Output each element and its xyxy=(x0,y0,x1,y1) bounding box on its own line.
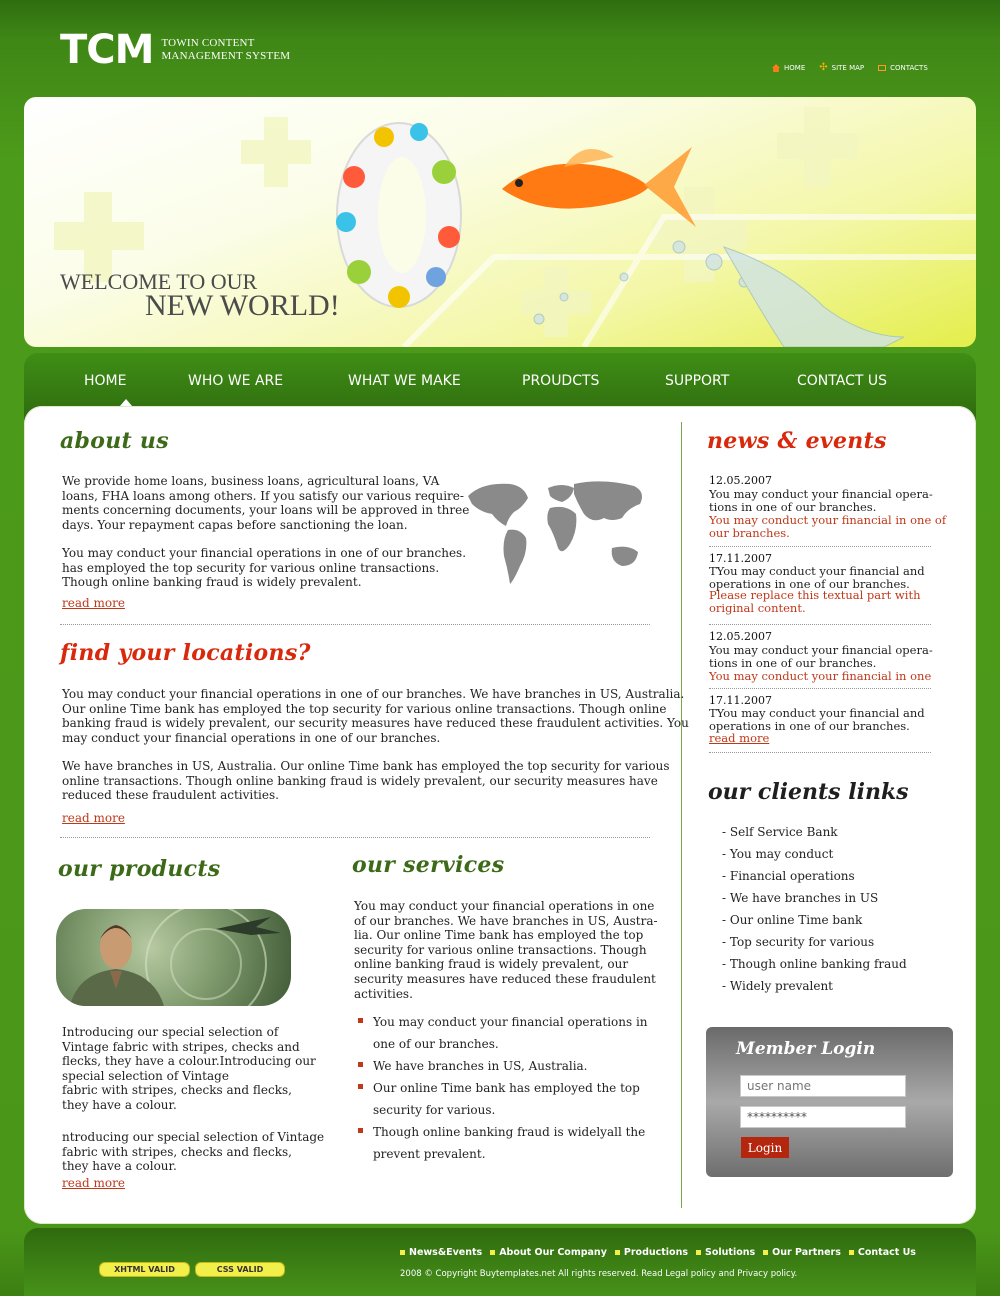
password-input[interactable] xyxy=(740,1106,906,1128)
nav-home[interactable]: HOME xyxy=(84,373,126,389)
toplink-contacts[interactable]: CONTACTS xyxy=(878,64,928,72)
news-date: 12.05.2007 xyxy=(709,474,772,487)
toplink-sitemap[interactable]: ✣ SITE MAP xyxy=(819,62,865,73)
services-list: You may conduct your financial operation… xyxy=(358,1011,648,1165)
member-login-box: Member Login Login xyxy=(706,1027,953,1177)
toplink-contacts-label: CONTACTS xyxy=(890,64,928,72)
nav-active-indicator xyxy=(120,399,132,406)
toplink-home[interactable]: HOME xyxy=(772,64,805,72)
list-item: You may conduct your financial operation… xyxy=(358,1011,648,1033)
bullet-square-icon xyxy=(763,1250,769,1255)
nav-what-we-make[interactable]: WHAT WE MAKE xyxy=(348,373,461,389)
footer-links: News&Events About Our Company Production… xyxy=(400,1247,916,1258)
footer-link-about[interactable]: About Our Company xyxy=(490,1247,607,1258)
products-paragraph-1: Introducing our special selection of Vint… xyxy=(62,1025,316,1112)
bullet-square-icon xyxy=(490,1250,496,1255)
locations-title: find your locations? xyxy=(60,640,311,666)
news-divider xyxy=(709,688,931,689)
hero-banner: WELCOME TO OUR NEW WORLD! xyxy=(24,97,976,347)
locations-paragraph-2: We have branches in US, Australia. Our o… xyxy=(62,759,670,803)
news-divider xyxy=(709,546,931,547)
products-read-more-link[interactable]: read more xyxy=(62,1176,125,1190)
bullet-square-icon xyxy=(696,1250,702,1255)
news-title: news & events xyxy=(707,428,887,454)
news-highlight[interactable]: Please replace this textual part with ori… xyxy=(709,589,949,615)
bullet-square-icon xyxy=(400,1250,405,1255)
about-paragraph-2: You may conduct your financial operation… xyxy=(62,546,467,590)
client-link[interactable]: - We have branches in US xyxy=(722,887,907,909)
news-highlight[interactable]: You may conduct your financial in one xyxy=(709,670,949,683)
clients-title: our clients links xyxy=(708,779,909,805)
logo-subtitle-line1: TOWIN CONTENT xyxy=(161,37,255,49)
mail-icon xyxy=(878,65,887,71)
news-date: 12.05.2007 xyxy=(709,630,772,643)
products-paragraph-2: ntroducing our special selection of Vint… xyxy=(62,1130,325,1174)
client-link[interactable]: - Our online Time bank xyxy=(722,909,907,931)
client-link[interactable]: - Financial operations xyxy=(722,865,907,887)
news-text: You may conduct your financial opera-tio… xyxy=(709,643,933,670)
client-link[interactable]: - Though online banking fraud xyxy=(722,953,907,975)
column-divider xyxy=(681,422,682,1208)
about-title: about us xyxy=(60,428,169,454)
footer-link-partners[interactable]: Our Partners xyxy=(763,1247,841,1258)
news-divider xyxy=(709,752,931,753)
locations-read-more-link[interactable]: read more xyxy=(62,811,125,825)
client-link[interactable]: - Top security for various xyxy=(722,931,907,953)
list-item-continued: security for various. xyxy=(373,1103,496,1117)
client-link[interactable]: - Self Service Bank xyxy=(722,821,907,843)
list-item: Though online banking fraud is widelyall… xyxy=(358,1121,648,1143)
nav-support[interactable]: SUPPORT xyxy=(665,373,729,389)
toplink-home-label: HOME xyxy=(784,64,806,72)
about-paragraph-1: We provide home loans, business loans, a… xyxy=(62,474,470,532)
client-link[interactable]: - You may conduct xyxy=(722,843,907,865)
divider-dotted xyxy=(60,624,650,625)
toplink-sitemap-label: SITE MAP xyxy=(831,64,865,72)
logo-mark: TCM xyxy=(60,27,154,73)
services-title: our services xyxy=(352,852,505,878)
locations-paragraph-1: You may conduct your financial operation… xyxy=(62,687,689,745)
divider-dotted xyxy=(60,837,650,838)
login-title: Member Login xyxy=(736,1039,876,1059)
news-divider xyxy=(709,624,931,625)
products-title: our products xyxy=(58,856,221,882)
nav-contact-us[interactable]: CONTACT US xyxy=(797,373,887,389)
top-links: HOME ✣ SITE MAP CONTACTS xyxy=(772,62,928,73)
footer-link-news[interactable]: News&Events xyxy=(400,1247,482,1258)
site-logo[interactable]: TCM TOWIN CONTENT MANAGEMENT SYSTEM xyxy=(60,30,290,70)
copyright-text: 2008 © Copyright Buytemplates.net All ri… xyxy=(400,1269,798,1279)
about-read-more-link[interactable]: read more xyxy=(62,596,125,610)
xhtml-valid-badge[interactable]: XHTML VALID xyxy=(99,1262,190,1277)
services-paragraph: You may conduct your financial operation… xyxy=(354,899,658,1001)
news-text: TYou may conduct your financial and opera… xyxy=(709,706,925,733)
home-icon xyxy=(772,64,780,72)
bullet-square-icon xyxy=(848,1250,854,1255)
login-button[interactable]: Login xyxy=(741,1137,789,1158)
news-read-more-link[interactable]: read more xyxy=(709,731,769,745)
username-input[interactable] xyxy=(740,1075,906,1097)
nav-products[interactable]: PROUDCTS xyxy=(522,373,599,389)
css-valid-badge[interactable]: CSS VALID xyxy=(195,1262,285,1277)
swim-ring-image xyxy=(336,122,462,308)
footer-link-productions[interactable]: Productions xyxy=(614,1247,688,1258)
news-highlight[interactable]: You may conduct your financial in one of… xyxy=(709,514,949,540)
list-item-continued: prevent prevalent. xyxy=(373,1147,486,1161)
logo-subtitle: TOWIN CONTENT MANAGEMENT SYSTEM xyxy=(161,37,290,63)
news-text: You may conduct your financial opera-tio… xyxy=(709,487,933,514)
world-map-image xyxy=(468,481,642,584)
clients-links-list: - Self Service Bank - You may conduct - … xyxy=(722,821,907,997)
list-item-continued: one of our branches. xyxy=(373,1037,499,1051)
list-item: We have branches in US, Australia. xyxy=(358,1055,648,1077)
sitemap-icon: ✣ xyxy=(819,62,828,73)
list-item: Our online Time bank has employed the to… xyxy=(358,1077,648,1099)
nav-who-we-are[interactable]: WHO WE ARE xyxy=(188,373,283,389)
client-link[interactable]: - Widely prevalent xyxy=(722,975,907,997)
bullet-square-icon xyxy=(614,1250,620,1255)
footer-link-solutions[interactable]: Solutions xyxy=(696,1247,755,1258)
businessman-photo xyxy=(56,909,291,1006)
footer-link-contact[interactable]: Contact Us xyxy=(848,1247,916,1258)
logo-subtitle-line2: MANAGEMENT SYSTEM xyxy=(161,50,291,62)
welcome-line2: NEW WORLD! xyxy=(145,289,340,322)
